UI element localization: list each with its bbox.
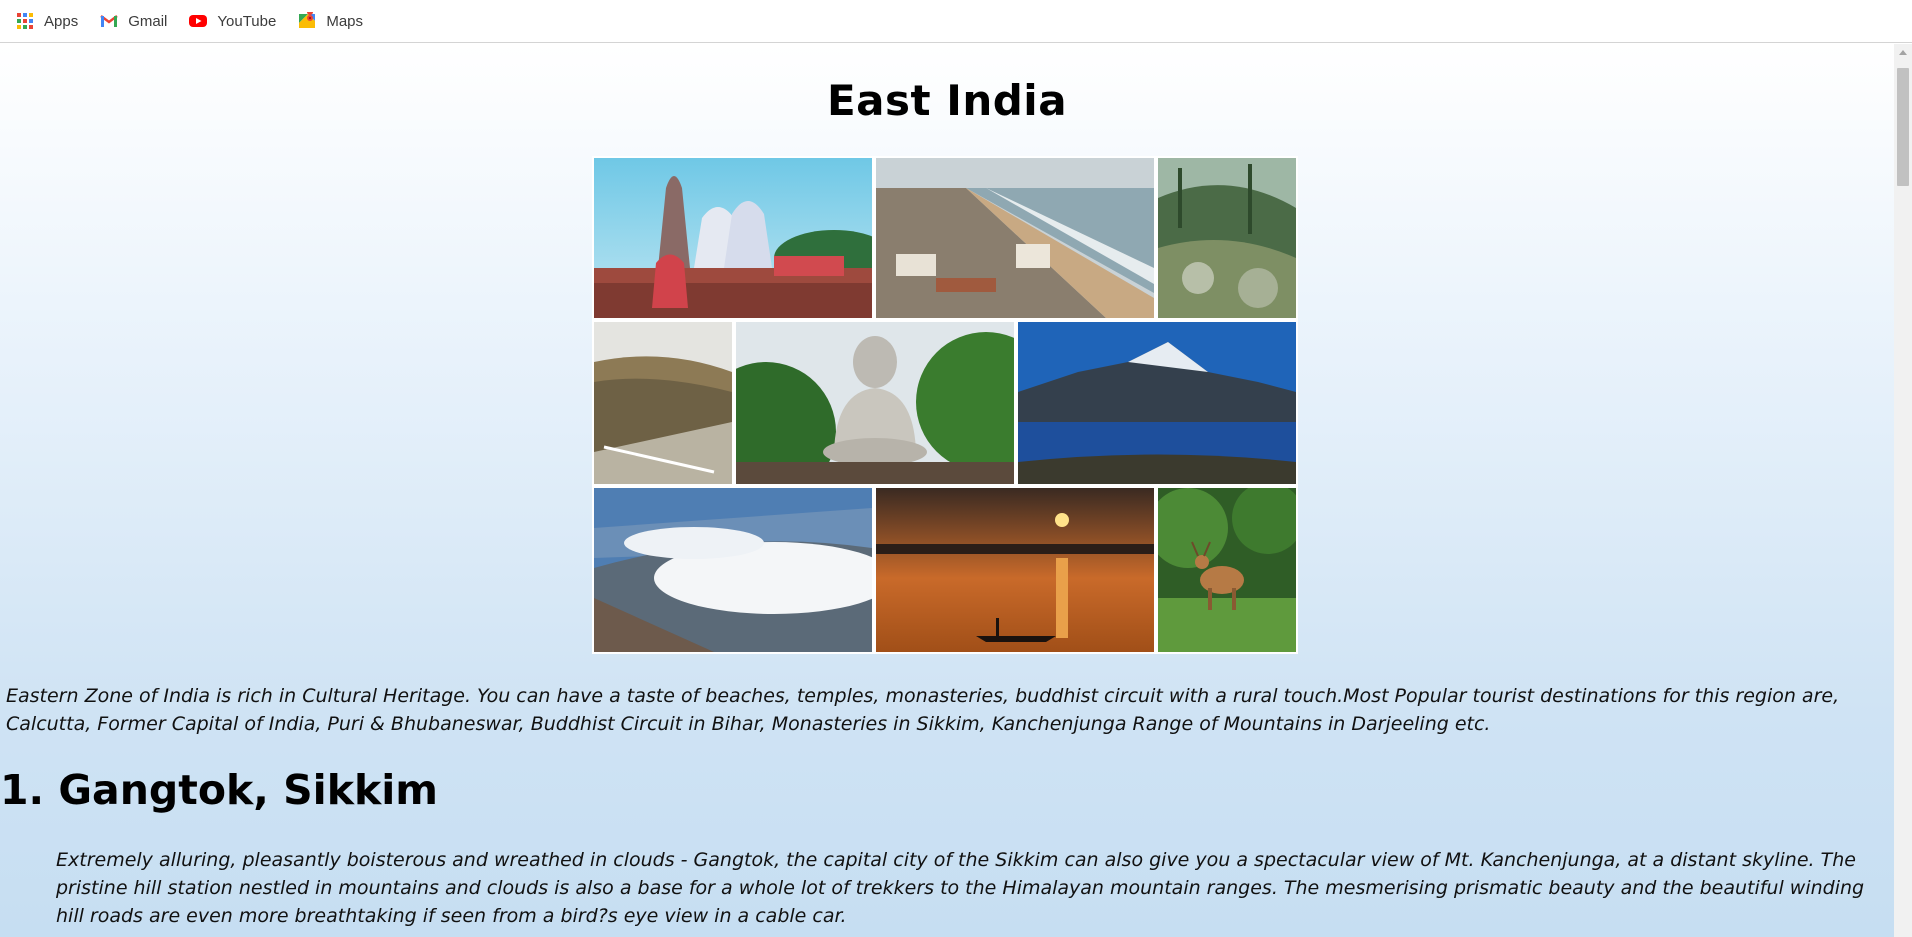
bookmark-gmail[interactable]: Gmail xyxy=(98,6,175,36)
section-heading-gangtok: 1. Gangtok, Sikkim xyxy=(0,766,438,814)
forest-hill-image xyxy=(1158,158,1296,318)
vertical-scrollbar[interactable] xyxy=(1894,44,1912,937)
river-sunset-image xyxy=(876,488,1154,652)
intro-paragraph: Eastern Zone of India is rich in Cultura… xyxy=(6,685,1840,735)
clouds-hill-town-image xyxy=(594,488,872,652)
maps-icon xyxy=(299,12,316,28)
deer-forest-image xyxy=(1158,488,1296,652)
page-viewport: East India Eastern Zone of India is rich… xyxy=(0,44,1894,937)
bookmark-apps-label: Apps xyxy=(44,12,79,30)
bookmark-apps[interactable]: Apps xyxy=(14,6,86,36)
gmail-icon xyxy=(100,15,118,27)
temple-image xyxy=(594,158,872,318)
hill-path-image xyxy=(594,322,732,484)
section-number: 1. xyxy=(0,766,45,814)
bookmark-youtube-label: YouTube xyxy=(217,12,277,30)
buddha-statue-image xyxy=(736,322,1014,484)
bookmark-gmail-label: Gmail xyxy=(128,12,168,30)
bookmarks-bar: Apps Gmail YouTube Maps xyxy=(0,0,1912,43)
mountain-lake-image xyxy=(1018,322,1296,484)
beach-image xyxy=(876,158,1154,318)
bookmark-youtube[interactable]: YouTube xyxy=(187,6,284,36)
scrollbar-thumb[interactable] xyxy=(1897,68,1909,186)
youtube-icon xyxy=(189,15,208,27)
gangtok-description: Extremely alluring, pleasantly boisterou… xyxy=(56,849,1865,927)
page-title: East India xyxy=(826,76,1068,125)
apps-grid-icon xyxy=(17,13,33,29)
section-heading-text: Gangtok, Sikkim xyxy=(58,766,439,814)
bookmark-maps-label: Maps xyxy=(326,12,364,30)
east-india-collage xyxy=(592,156,1298,654)
scroll-up-arrow-icon[interactable] xyxy=(1894,44,1912,61)
bookmark-maps[interactable]: Maps xyxy=(296,6,371,36)
